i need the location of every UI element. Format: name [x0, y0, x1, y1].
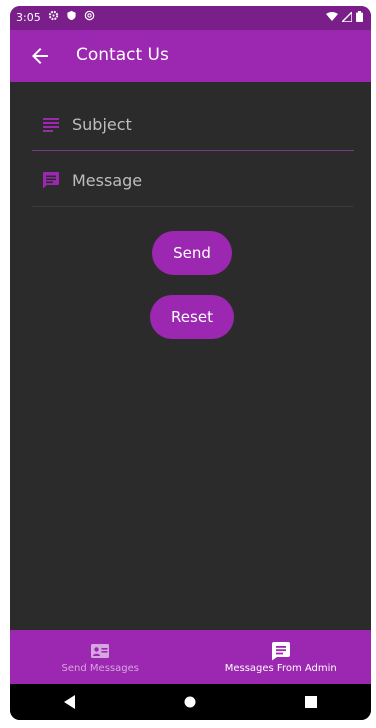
status-time: 3:05	[16, 11, 41, 24]
app-bar: Contact Us	[10, 30, 371, 82]
system-navigation-bar	[10, 684, 371, 720]
send-button[interactable]: Send	[152, 231, 232, 275]
nav-send-messages[interactable]: Send Messages	[10, 630, 191, 684]
battery-icon	[356, 11, 363, 25]
wifi-icon	[326, 11, 338, 25]
back-arrow-icon[interactable]	[28, 44, 52, 68]
nav-messages-from-admin[interactable]: Messages From Admin	[191, 630, 372, 684]
message-placeholder: Message	[72, 170, 143, 190]
page-title: Contact Us	[76, 45, 169, 65]
subject-field[interactable]: Subject	[32, 98, 354, 151]
status-bar: 3:05	[10, 6, 371, 30]
phone-screen: 3:05 Contact Us Subject Message Send Res…	[10, 6, 371, 720]
settings-gear-icon	[48, 10, 59, 21]
contact-form: Subject Message Send Reset	[10, 82, 371, 630]
chat-message-icon	[271, 641, 291, 661]
recents-square-icon[interactable]	[291, 687, 331, 717]
at-sign-icon	[84, 10, 95, 21]
home-circle-icon[interactable]	[170, 687, 210, 717]
message-icon	[42, 171, 60, 189]
bottom-navigation: Send Messages Messages From Admin	[10, 630, 371, 684]
reset-button[interactable]: Reset	[150, 295, 234, 339]
cell-signal-icon	[340, 9, 353, 25]
shield-icon	[66, 10, 77, 21]
notification-icons	[48, 10, 95, 21]
message-field[interactable]: Message	[32, 154, 354, 207]
contact-card-icon	[90, 641, 110, 661]
nav-messages-from-admin-label: Messages From Admin	[224, 662, 337, 674]
subject-icon	[42, 115, 60, 133]
subject-placeholder: Subject	[72, 114, 132, 134]
back-triangle-icon[interactable]	[50, 687, 90, 717]
system-status-icons	[326, 9, 363, 25]
nav-send-messages-label: Send Messages	[61, 662, 139, 674]
